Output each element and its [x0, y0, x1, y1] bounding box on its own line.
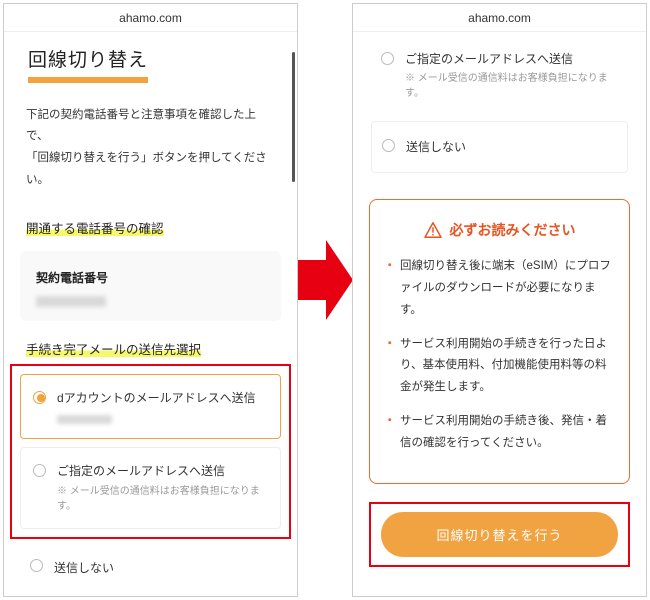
- radio-icon: [33, 391, 46, 404]
- page-title: 回線切り替え: [28, 48, 148, 83]
- phone-viewport: 回線切り替え 下記の契約電話番号と注意事項を確認した上で、 「回線切り替えを行う…: [4, 32, 297, 597]
- contract-phone-card: 契約電話番号: [20, 251, 281, 321]
- radio-option-no-send[interactable]: 送信しない: [371, 121, 628, 173]
- radio-label: ご指定のメールアドレスへ送信: [405, 52, 573, 66]
- intro-text: 下記の契約電話番号と注意事項を確認した上で、 「回線切り替えを行う」ボタンを押し…: [4, 87, 297, 208]
- notice-heading: 必ずお読みください: [386, 220, 613, 240]
- notice-item: 回線切り替え後に端末（eSIM）にプロファイルのダウンロードが必要になります。: [386, 256, 613, 322]
- mail-address-redacted: [57, 415, 112, 424]
- radio-note: ※ メール受信の通信料はお客様負担になります。: [57, 484, 268, 514]
- radio-icon: [381, 52, 394, 65]
- url-bar: ahamo.com: [4, 4, 297, 32]
- notice-item: サービス利用開始の手続きを行った日より、基本使用料、付加機能使用料等の料金が発生…: [386, 334, 613, 400]
- radio-icon: [382, 139, 395, 152]
- radio-icon: [30, 559, 43, 572]
- highlight-box-mail-options: dアカウントのメールアドレスへ送信 ご指定のメールアドレスへ送信 ※ メール受信…: [10, 364, 291, 539]
- highlight-box-cta: 回線切り替えを行う: [369, 502, 630, 567]
- radio-label: 送信しない: [54, 561, 114, 575]
- contract-phone-value-redacted: [36, 296, 106, 307]
- warning-icon: [424, 222, 442, 238]
- radio-option-d-account-mail[interactable]: dアカウントのメールアドレスへ送信: [20, 374, 281, 439]
- phone-viewport: ご指定のメールアドレスへ送信 ※ メール受信の通信料はお客様負担になります。 送…: [353, 32, 646, 597]
- scrollbar-thumb[interactable]: [292, 52, 295, 182]
- contract-phone-label: 契約電話番号: [36, 269, 265, 286]
- radio-option-custom-mail[interactable]: ご指定のメールアドレスへ送信 ※ メール受信の通信料はお客様負担になります。: [20, 447, 281, 529]
- notice-item: サービス利用開始の手続き後、発信・着信の確認を行ってください。: [386, 411, 613, 455]
- radio-option-no-send[interactable]: 送信しない: [18, 545, 283, 590]
- phone-screen-before: ahamo.com 回線切り替え 下記の契約電話番号と注意事項を確認した上で、 …: [3, 3, 298, 597]
- notice-list: 回線切り替え後に端末（eSIM）にプロファイルのダウンロードが必要になります。 …: [386, 256, 613, 455]
- radio-icon: [33, 464, 46, 477]
- arrow-icon: [298, 235, 353, 325]
- notice-box: 必ずお読みください 回線切り替え後に端末（eSIM）にプロファイルのダウンロード…: [369, 199, 630, 484]
- switch-line-button[interactable]: 回線切り替えを行う: [381, 512, 618, 557]
- section-mail-destination: 手続き完了メールの送信先選択: [4, 329, 297, 364]
- radio-label: ご指定のメールアドレスへ送信: [57, 464, 225, 478]
- url-bar: ahamo.com: [353, 4, 646, 32]
- section-phone-confirm: 開通する電話番号の確認: [4, 208, 297, 243]
- radio-note: ※ メール受信の通信料はお客様負担になります。: [405, 71, 618, 101]
- radio-label: 送信しない: [406, 140, 466, 154]
- radio-option-custom-mail[interactable]: ご指定のメールアドレスへ送信 ※ メール受信の通信料はお客様負担になります。: [371, 40, 628, 111]
- phone-screen-after: ahamo.com ご指定のメールアドレスへ送信 ※ メール受信の通信料はお客様…: [352, 3, 647, 597]
- radio-label: dアカウントのメールアドレスへ送信: [57, 391, 256, 405]
